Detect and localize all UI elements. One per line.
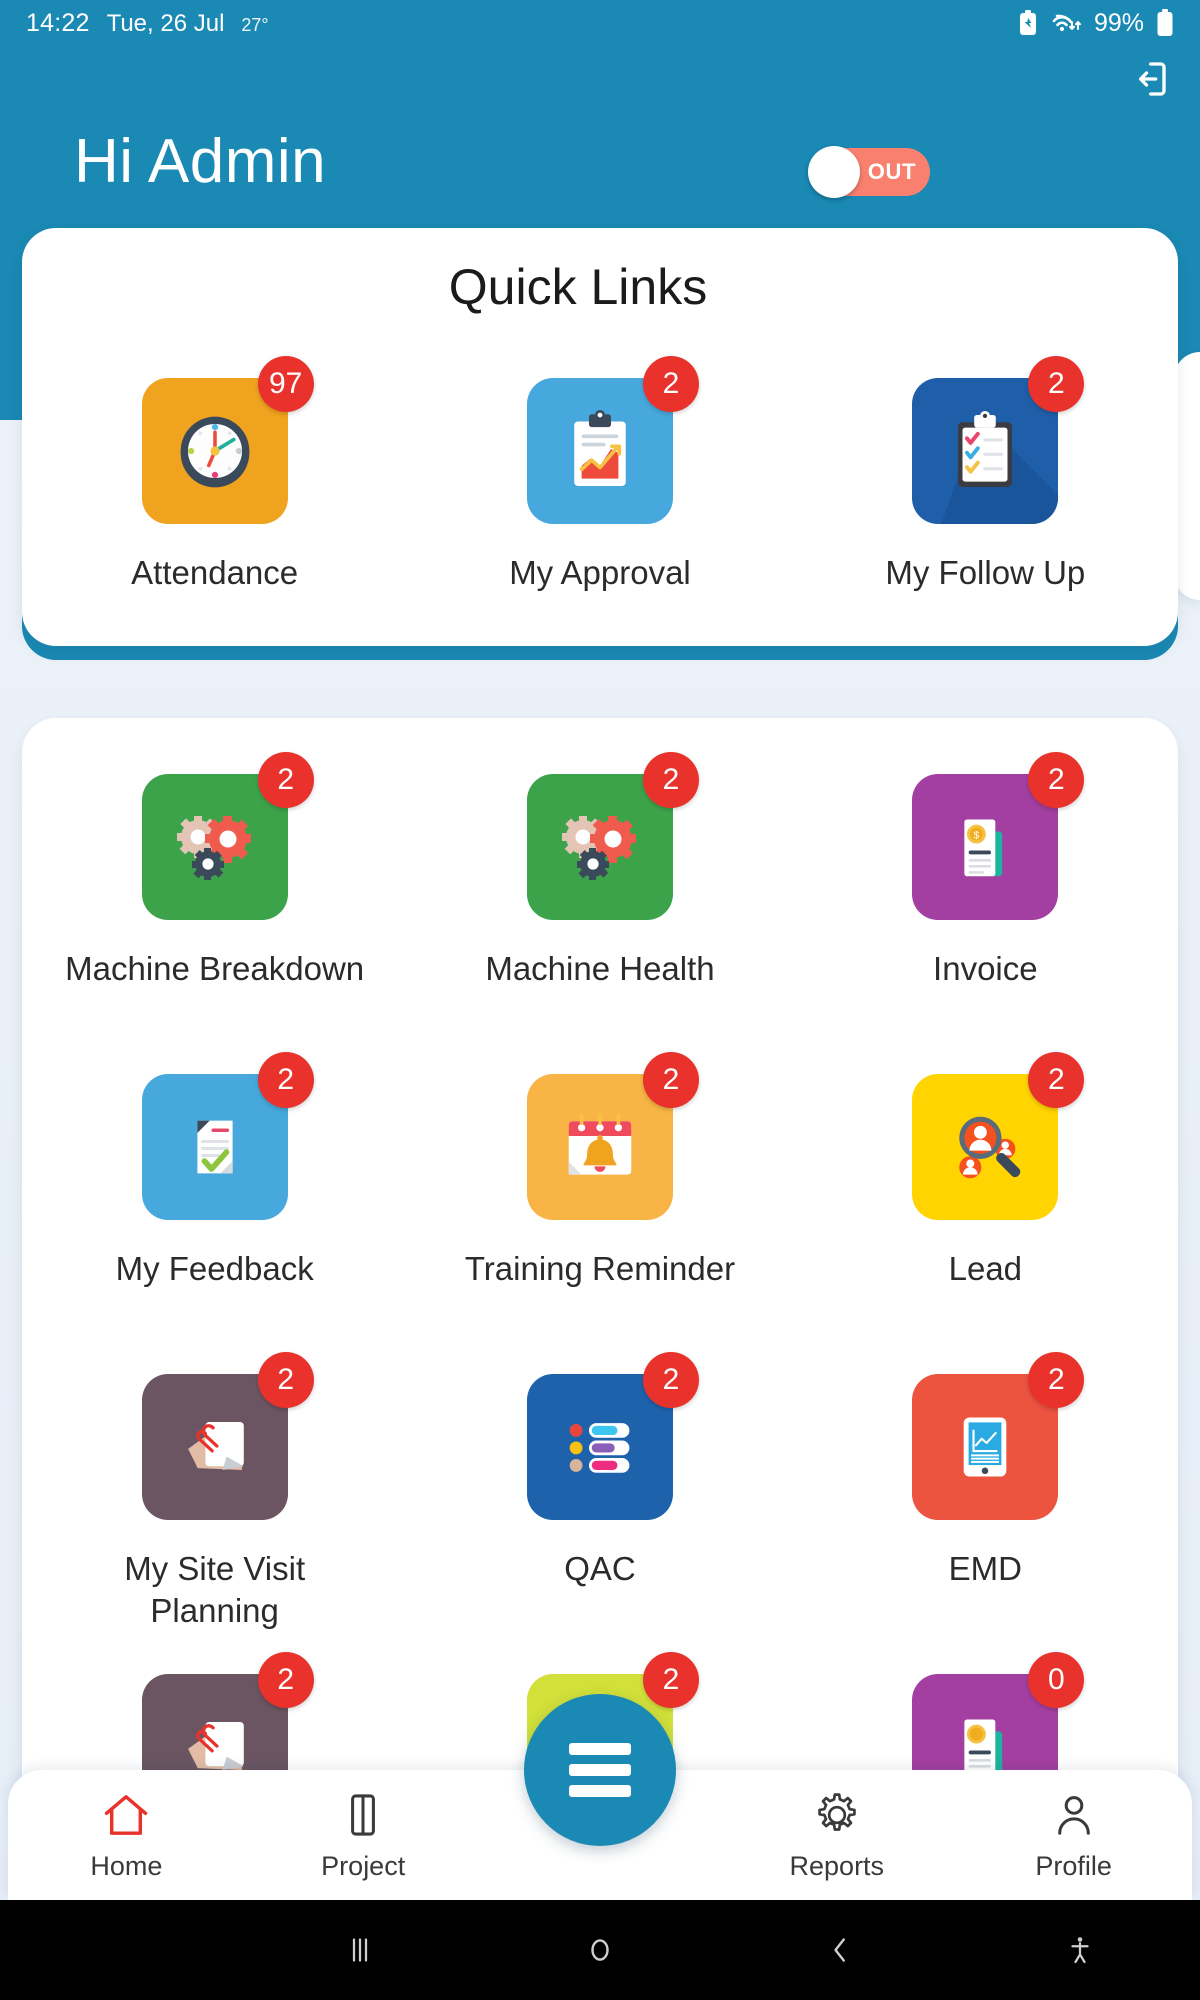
attendance-icon-wrap: 97 <box>141 356 314 524</box>
status-date: Tue, 26 Jul <box>106 9 225 37</box>
badge-count: 2 <box>1028 1352 1085 1408</box>
module-lead[interactable]: 2 Lead <box>793 1052 1178 1364</box>
toggle-state-label: OUT <box>867 159 916 184</box>
battery-saver-icon <box>1018 10 1038 36</box>
back-icon <box>834 1938 845 1962</box>
module-machine-breakdown[interactable]: 2 Machine Breakdown <box>22 752 407 1064</box>
gear-icon <box>817 1792 856 1831</box>
nav-item-profile[interactable]: Profile <box>955 1789 1192 1882</box>
book-icon <box>351 1793 376 1836</box>
android-back-button[interactable] <box>720 1932 960 1968</box>
module-label: EMD <box>948 1550 1022 1587</box>
module-label: My Site Visit Planning <box>124 1550 306 1629</box>
badge-count: 2 <box>1028 356 1085 412</box>
badge-count: 2 <box>642 1052 699 1108</box>
badge-count: 2 <box>1028 752 1085 808</box>
status-bar: 14:22 Tue, 26 Jul 27° 99% <box>0 0 1200 46</box>
accessibility-icon <box>1071 1937 1089 1964</box>
lead-icon-wrap: 2 <box>912 1052 1085 1220</box>
status-time: 14:22 <box>26 8 90 37</box>
nav-item-home[interactable]: Home <box>8 1789 245 1882</box>
badge-count: 2 <box>257 1352 314 1408</box>
emd-icon-wrap: 2 <box>912 1352 1085 1520</box>
app-root: 14:22 Tue, 26 Jul 27° 99% Hi Admin OUT Q… <box>0 0 1200 2000</box>
battery-percent: 99% <box>1093 8 1144 37</box>
logout-button[interactable] <box>1126 56 1172 102</box>
home-circle-icon <box>591 1939 609 1961</box>
nav-label: Home <box>90 1850 163 1881</box>
nav-item-project[interactable]: Project <box>245 1789 482 1882</box>
nav-label: Profile <box>1035 1850 1112 1881</box>
modules-grid: 2 Machine Breakdown 2 Machine Health $ 2… <box>22 752 1178 1808</box>
status-bar-left: 14:22 Tue, 26 Jul 27° <box>26 9 269 38</box>
badge-count: 2 <box>642 356 699 412</box>
person-icon <box>1057 1795 1090 1835</box>
quick-link-my-approval[interactable]: 2 My Approval <box>407 356 792 594</box>
qac-icon-wrap: 2 <box>526 1352 699 1520</box>
badge-count: 2 <box>1028 1052 1085 1108</box>
badge-count: 0 <box>1028 1652 1085 1708</box>
module-qac[interactable]: 2 QAC <box>407 1352 792 1664</box>
quick-links-title: Quick Links <box>448 259 708 315</box>
badge-count: 2 <box>257 752 314 808</box>
module-label: Invoice <box>933 950 1038 987</box>
svg-text:$: $ <box>974 830 980 841</box>
attendance-in-out-toggle[interactable]: OUT <box>808 146 930 198</box>
home-icon <box>105 1794 148 1835</box>
quick-link-attendance[interactable]: 97 Attendance <box>22 356 407 594</box>
toggle-knob <box>808 146 860 198</box>
android-accessibility-button[interactable] <box>960 1932 1200 1968</box>
machine-health-icon-wrap: 2 <box>526 752 699 920</box>
badge-count: 2 <box>642 1352 699 1408</box>
module-label: QAC <box>564 1550 636 1587</box>
module-emd[interactable]: 2 EMD <box>793 1352 1178 1664</box>
module-label: My Feedback <box>115 1250 314 1287</box>
module-my-site-visit-planning[interactable]: 2 My Site Visit Planning <box>22 1352 407 1664</box>
nav-label: Reports <box>789 1850 885 1881</box>
badge-count: 2 <box>257 1052 314 1108</box>
module-label: Lead <box>948 1250 1023 1287</box>
module-invoice[interactable]: $ 2 Invoice <box>793 752 1178 1064</box>
badge-count: 2 <box>257 1652 314 1708</box>
greeting-text: Hi Admin <box>74 127 327 196</box>
module-label: Machine Breakdown <box>65 950 365 987</box>
nav-label: Project <box>321 1850 406 1881</box>
badge-count: 2 <box>642 752 699 808</box>
modules-card: 2 Machine Breakdown 2 Machine Health $ 2… <box>22 718 1178 1808</box>
logout-icon <box>1139 62 1166 96</box>
module-training-reminder[interactable]: 2 Training Reminder <box>407 1052 792 1364</box>
recents-icon <box>352 1938 368 1962</box>
menu-icon <box>569 1734 631 1806</box>
module-my-feedback[interactable]: 2 My Feedback <box>22 1052 407 1364</box>
status-bar-right: 99% <box>1018 9 1174 38</box>
quick-link-label: My Follow Up <box>885 554 1086 591</box>
training-reminder-icon-wrap: 2 <box>526 1052 699 1220</box>
my-site-visit-planning-icon-wrap: 2 <box>141 1352 314 1520</box>
module-machine-health[interactable]: 2 Machine Health <box>407 752 792 1064</box>
quick-link-label: My Approval <box>509 554 691 591</box>
nav-item-reports[interactable]: Reports <box>718 1789 955 1882</box>
my-feedback-icon-wrap: 2 <box>141 1052 314 1220</box>
android-home-button[interactable] <box>480 1932 720 1968</box>
invoice-icon-wrap: $ 2 <box>912 752 1085 920</box>
module-label: Training Reminder <box>464 1250 736 1287</box>
quick-links-grid: 97 Attendance 2 My Approval 2 My Follow … <box>22 356 1178 594</box>
badge-count: 97 <box>257 356 314 412</box>
badge-count: 2 <box>642 1652 699 1708</box>
wifi-transfer-icon <box>1050 10 1082 36</box>
module-label: Machine Health <box>485 950 715 987</box>
quick-link-my-follow-up[interactable]: 2 My Follow Up <box>793 356 1178 594</box>
my-approval-icon-wrap: 2 <box>526 356 699 524</box>
status-temperature: 27° <box>241 14 269 35</box>
quick-link-label: Attendance <box>131 554 299 591</box>
my-follow-up-icon-wrap: 2 <box>912 356 1085 524</box>
battery-icon <box>1156 9 1174 37</box>
machine-breakdown-icon-wrap: 2 <box>141 752 314 920</box>
android-navigation-bar <box>0 1900 1200 2000</box>
main-menu-fab[interactable] <box>524 1694 676 1846</box>
android-recents-button[interactable] <box>240 1932 480 1968</box>
